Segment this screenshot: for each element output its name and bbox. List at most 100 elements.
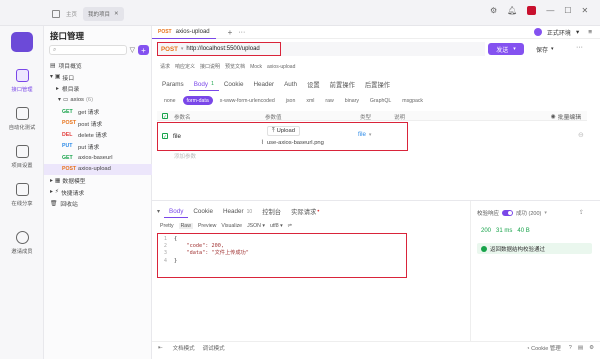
env-select[interactable]: 正式环境 (547, 28, 571, 37)
body-type-none[interactable]: none (160, 96, 180, 105)
view-preview[interactable]: Preview (198, 223, 216, 229)
share-icon[interactable]: ⇪ (579, 209, 584, 216)
rail-item-api[interactable]: 接口管理 (0, 62, 44, 100)
tree-quick-request[interactable]: ▸ ⚡ 快捷请求 (44, 187, 152, 199)
tree-api-group[interactable]: ▾ ▣ 接口 (44, 72, 152, 84)
filter-icon[interactable]: ▽ (130, 46, 135, 54)
param-enabled-checkbox[interactable]: ✓ (162, 133, 168, 139)
tree-title: 接口管理 (50, 31, 85, 41)
validate-toggle[interactable] (502, 210, 514, 216)
minimize-icon[interactable]: — (546, 6, 554, 15)
gear-icon[interactable]: ⚙ (490, 6, 497, 15)
rail-item-share[interactable]: 在线分享 (0, 176, 44, 214)
param-name-input[interactable]: file (173, 133, 181, 140)
home-icon[interactable] (52, 10, 60, 18)
maximize-icon[interactable]: ☐ (564, 6, 571, 15)
tab-cookie[interactable]: Cookie (219, 78, 249, 91)
menu-icon[interactable]: ≡ (588, 29, 592, 36)
rail-item-settings[interactable]: 项目设置 (0, 138, 44, 176)
tree-data-model[interactable]: ▸ ▦ 数据模型 (44, 175, 152, 187)
tree-item[interactable]: DEL delete 请求 (44, 129, 152, 141)
share-icon (15, 183, 29, 196)
url-bar[interactable]: POST ▾ http://localhost:5500/upload (157, 42, 281, 56)
layout-icon[interactable]: ▤ (578, 345, 583, 351)
method-select[interactable]: POST (158, 46, 181, 53)
tab-settings[interactable]: 设置 (302, 78, 325, 91)
body-type-binary[interactable]: binary (341, 96, 363, 105)
doc-tab-bar: POST axios-upload + ··· 正式环境 ▾ ≡ (152, 26, 600, 39)
tree-root[interactable]: ▸ 根目录 (44, 83, 152, 95)
check-circle-icon (481, 245, 487, 252)
rail-item-auto-test[interactable]: 自动化测试 (0, 100, 44, 138)
tree-item[interactable]: POST post 请求 (44, 118, 152, 130)
settings-icon[interactable]: ⚙ (589, 345, 594, 351)
tree-item[interactable]: GET axios-baseurl (44, 152, 152, 164)
bell-icon[interactable]: 🔔︎ (507, 6, 517, 15)
new-tab-icon[interactable]: + (228, 28, 233, 37)
resp-tab-console[interactable]: 控制台 (257, 205, 286, 218)
save-button[interactable]: 保存 ▾ (536, 43, 554, 55)
select-all-checkbox[interactable]: ✓ (162, 113, 168, 119)
body-type-selector: none form-data x-www-form-urlencoded jso… (160, 96, 427, 105)
window-close-icon[interactable]: ✕ (582, 6, 589, 15)
debug-mode-button[interactable]: 调试模式 (203, 344, 225, 352)
tab-header[interactable]: Header (248, 78, 279, 91)
format-select[interactable]: JSON ▾ (247, 223, 265, 229)
bulk-edit-button[interactable]: ◉ 批量编辑 (551, 112, 581, 122)
tab-body[interactable]: Body 1 (188, 78, 219, 91)
tree-item[interactable]: PUT put 请求 (44, 141, 152, 153)
add-param-input[interactable]: 添加参数 (174, 152, 196, 160)
resp-tab-header[interactable]: Header 10 (218, 205, 257, 218)
view-pretty[interactable]: Pretty (160, 223, 174, 229)
body-type-raw[interactable]: raw (321, 96, 337, 105)
send-button[interactable]: 发送 ▾ (488, 43, 524, 55)
cookie-icon: ◔ (526, 346, 530, 352)
quick-request-icon: ⚡ (54, 189, 59, 196)
body-type-urlencoded[interactable]: x-www-form-urlencoded (216, 96, 279, 105)
param-type-select[interactable]: file ▾ (358, 131, 371, 138)
body-type-msgpack[interactable]: msgpack (398, 96, 427, 105)
tree-folder-axios[interactable]: ▾ ▭ axios (6) (44, 95, 152, 107)
attached-file[interactable]: ⌇ use-axios-baseurl.png (261, 140, 324, 146)
app-logo[interactable] (10, 32, 33, 52)
wrap-icon[interactable]: ⇌ (288, 223, 292, 229)
chevron-down-icon: ▾ (575, 29, 580, 36)
more-icon[interactable]: ··· (238, 29, 245, 36)
avatar[interactable] (527, 6, 537, 15)
resp-tab-cookie[interactable]: Cookie (188, 205, 218, 218)
tree-overview[interactable]: ▤ 项目概览 (44, 60, 152, 72)
doc-mode-button[interactable]: 文档模式 (173, 344, 195, 352)
body-type-json[interactable]: json (282, 96, 300, 105)
collapse-icon[interactable]: ▾ (157, 208, 160, 215)
response-metrics: 200 31 ms 40 B (481, 228, 530, 234)
tree-item-selected[interactable]: POST axios-upload (44, 163, 152, 175)
tab-params[interactable]: Params (157, 78, 189, 91)
resp-tab-actual-request[interactable]: 实际请求 • (286, 205, 324, 218)
search-input[interactable]: ⌕ (49, 45, 127, 55)
body-type-xml[interactable]: xml (302, 96, 318, 105)
doc-tab[interactable]: POST axios-upload (152, 26, 216, 39)
add-button[interactable]: + (138, 45, 149, 55)
rail-item-invite[interactable]: 邀请成员 (0, 224, 44, 262)
status-bar: ⇤ 文档模式 调试模式 ◔ Cookie 管理 ? ▤ ⚙ (152, 341, 600, 354)
view-visualize[interactable]: Visualize (221, 223, 242, 229)
sidebar-toggle-icon[interactable]: ⇤ (158, 345, 163, 351)
tab-post-actions[interactable]: 后置操作 (360, 78, 395, 91)
project-tab[interactable]: 我的项目 ✕ (83, 7, 124, 21)
help-icon[interactable]: ? (569, 345, 572, 351)
upload-button[interactable]: ⤒ Upload (267, 126, 300, 136)
tab-auth[interactable]: Auth (279, 78, 302, 91)
encoding-select[interactable]: utf8 ▾ (270, 223, 283, 229)
home-tab[interactable]: 主页 (66, 10, 77, 18)
body-type-form-data[interactable]: form-data (182, 96, 213, 105)
more-icon[interactable]: ··· (576, 44, 583, 51)
body-type-graphql[interactable]: GraphQL (366, 96, 395, 105)
view-raw[interactable]: Raw (178, 223, 193, 229)
tree-recycle[interactable]: 🗑︎ 回收站 (44, 198, 152, 210)
url-input[interactable]: http://localhost:5500/upload (186, 46, 259, 52)
cookie-manager-button[interactable]: ◔ Cookie 管理 (526, 344, 561, 352)
tree-item[interactable]: GET get 请求 (44, 106, 152, 118)
resp-tab-body[interactable]: Body (164, 205, 189, 218)
row-more-icon[interactable]: ⊖ (578, 131, 584, 139)
tab-pre-actions[interactable]: 前置操作 (325, 78, 360, 91)
